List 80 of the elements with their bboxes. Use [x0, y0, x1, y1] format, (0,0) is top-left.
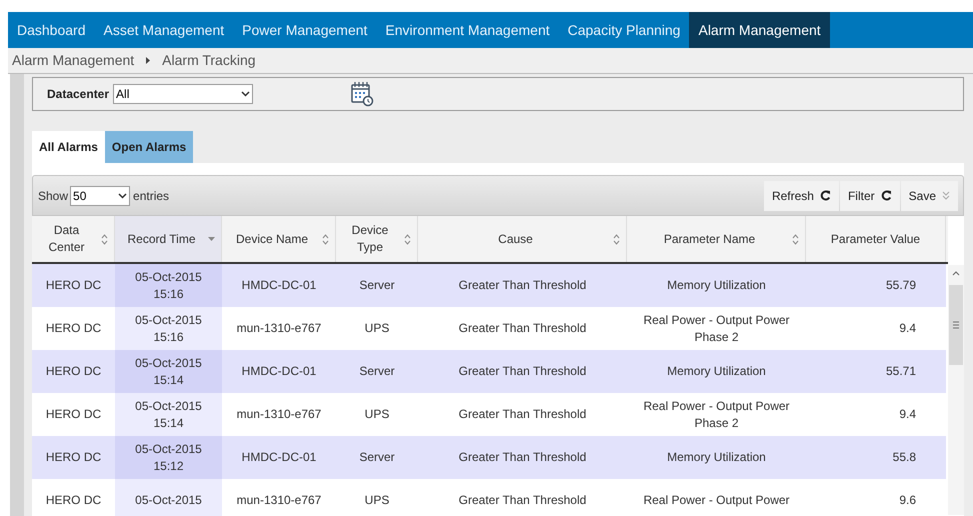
table-cell: Greater Than Threshold [458, 406, 586, 423]
refresh-icon [880, 190, 892, 201]
table-cell: mun-1310-e767 [236, 320, 322, 337]
table-cell-text: 05-Oct-2015 [134, 492, 203, 509]
table-cell-text: 05-Oct-2015 15:16 [134, 268, 203, 302]
column-header[interactable]: Device Name [222, 216, 336, 262]
table-cell-text: 05-Oct-2015 15:14 [134, 354, 203, 388]
refresh-icon [820, 190, 831, 201]
column-header[interactable]: Record Time [115, 216, 222, 262]
table-cell-text: Real Power - Output Power Phase 2 [642, 312, 791, 346]
table-cell: UPS [364, 406, 390, 423]
sort-arrows-icon [792, 234, 799, 244]
table-cell-text: 05-Oct-2015 15:16 [134, 312, 203, 346]
datacenter-label: Datacenter [47, 86, 110, 103]
table-cell: 55.8 [892, 449, 916, 466]
sort-arrows-icon [613, 234, 620, 244]
table-cell: Greater Than Threshold [458, 449, 586, 466]
breadcrumb-link[interactable]: Alarm Management [12, 50, 134, 71]
table-cell: Greater Than Threshold [458, 320, 586, 337]
table-cell-text: 05-Oct-2015 15:14 [134, 398, 203, 432]
table-cell: HMDC-DC-01 [242, 363, 316, 380]
column-header[interactable]: Parameter Name [627, 216, 806, 262]
toolbar-button[interactable]: Save [900, 180, 958, 210]
table-cell-text: Memory Utilization [666, 277, 767, 294]
column-header[interactable]: Device Type [336, 216, 418, 262]
table-cell: HERO DC [46, 363, 102, 380]
nav-tab[interactable]: Capacity Planning [558, 12, 690, 48]
nav-tab[interactable]: Asset Management [94, 12, 234, 48]
breadcrumb-separator-icon [146, 57, 150, 64]
table-cell: 9.6 [899, 492, 916, 509]
table-cell: 9.4 [899, 406, 916, 423]
nav-tab[interactable]: Power Management [233, 12, 376, 48]
table-cell-text: 05-Oct-2015 15:12 [134, 440, 203, 474]
table-cell: HERO DC [46, 449, 102, 466]
alarm-tab[interactable]: All Alarms [32, 131, 105, 163]
sort-descending-icon [208, 236, 215, 242]
table-cell: 9.4 [899, 320, 916, 337]
table-cell: Server [359, 277, 395, 294]
table-cell-text: Real Power - Output Power [642, 492, 791, 509]
table-cell: UPS [364, 492, 390, 509]
sort-arrows-icon [322, 234, 329, 244]
table-cell: Server [359, 363, 395, 380]
entries-label: entries [133, 188, 170, 204]
table-cell: HERO DC [46, 492, 102, 509]
table-cell-text: Memory Utilization [666, 363, 767, 380]
table-cell: 55.71 [886, 363, 916, 380]
table-cell: Server [359, 449, 395, 466]
table-cell: HMDC-DC-01 [242, 449, 316, 466]
page-size-dropdown[interactable]: 50 [70, 186, 130, 206]
table-cell: HERO DC [46, 406, 102, 423]
nav-tab[interactable]: Dashboard [8, 12, 94, 48]
table-cell-text: Memory Utilization [666, 449, 767, 466]
table-cell: HERO DC [46, 277, 102, 294]
table-cell: 55.79 [886, 277, 916, 294]
breadcrumb-link[interactable]: Alarm Tracking [162, 50, 256, 71]
column-header[interactable]: Parameter Value [806, 216, 946, 262]
table-cell: HERO DC [46, 320, 102, 337]
toolbar-button[interactable]: Refresh [764, 180, 839, 210]
scrollbar[interactable] [948, 265, 964, 515]
sort-arrows-icon [404, 234, 411, 244]
table-cell: UPS [364, 320, 390, 337]
table-cell: Greater Than Threshold [458, 363, 586, 380]
column-header[interactable]: Cause [418, 216, 627, 262]
nav-tab[interactable]: Environment Management [376, 12, 559, 48]
table-cell-text: Real Power - Output Power Phase 2 [642, 398, 791, 432]
table-cell: mun-1310-e767 [236, 492, 322, 509]
table-cell: mun-1310-e767 [236, 406, 322, 423]
table-cell: Greater Than Threshold [458, 277, 586, 294]
toolbar-button[interactable]: Filter [840, 180, 900, 210]
show-label: Show [38, 188, 68, 204]
alarm-tab[interactable]: Open Alarms [104, 131, 194, 163]
chevron-down-icon [241, 91, 250, 97]
datacenter-dropdown[interactable]: All [113, 84, 254, 104]
nav-tab[interactable]: Alarm Management [689, 12, 830, 48]
calendar-clock-icon[interactable] [350, 81, 374, 107]
table-cell: Greater Than Threshold [458, 492, 586, 509]
table-cell: HMDC-DC-01 [242, 277, 316, 294]
double-chevron-down-icon [942, 191, 950, 200]
sort-arrows-icon [101, 234, 108, 244]
chevron-down-icon [118, 192, 128, 198]
